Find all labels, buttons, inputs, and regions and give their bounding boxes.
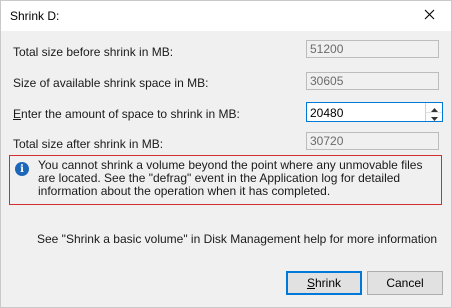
total-after-field: 30720	[306, 132, 439, 150]
total-before-label: Total size before shrink in MB:	[13, 45, 174, 59]
available-space-label: Size of available shrink space in MB:	[13, 76, 209, 90]
close-icon	[424, 9, 435, 23]
total-before-field: 51200	[306, 40, 439, 58]
close-button[interactable]	[407, 1, 451, 31]
chevron-down-icon	[430, 110, 438, 124]
dialog-content: Total size before shrink in MB: 51200 Si…	[1, 31, 451, 307]
title-bar: Shrink D:	[1, 1, 451, 31]
shrink-amount-label-text: nter the amount of space to shrink in MB…	[21, 107, 240, 121]
shrink-amount-label: Enter the amount of space to shrink in M…	[13, 107, 240, 121]
spinner-buttons	[425, 103, 442, 121]
shrink-amount-input[interactable]	[307, 103, 425, 121]
shrink-dialog: Shrink D: Total size before shrink in MB…	[0, 0, 452, 308]
shrink-amount-spinner[interactable]	[306, 102, 443, 122]
info-message-text: You cannot shrink a volume beyond the po…	[38, 158, 423, 198]
available-space-field: 30605	[306, 72, 439, 90]
shrink-amount-mnemonic: E	[13, 107, 22, 121]
shrink-button[interactable]: Shrink	[286, 271, 362, 295]
info-icon: i	[15, 162, 29, 176]
total-after-label: Total size after shrink in MB:	[13, 137, 164, 151]
info-message-box: i You cannot shrink a volume beyond the …	[9, 155, 442, 205]
spin-down-button[interactable]	[426, 112, 442, 121]
window-title: Shrink D:	[10, 9, 60, 23]
shrink-button-mnemonic: S	[306, 276, 315, 290]
shrink-button-label: hrink	[315, 276, 342, 290]
help-text: See "Shrink a basic volume" in Disk Mana…	[37, 232, 438, 246]
cancel-button[interactable]: Cancel	[367, 271, 443, 295]
